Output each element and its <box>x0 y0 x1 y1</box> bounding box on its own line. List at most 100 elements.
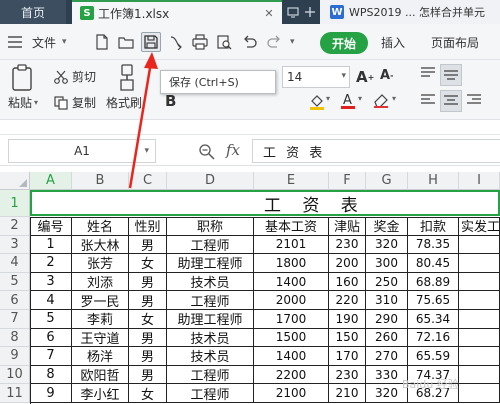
column-title-cell[interactable]: 编号 <box>30 217 72 236</box>
paste-icon[interactable] <box>10 64 34 92</box>
table-cell[interactable]: 男 <box>129 235 167 255</box>
align-left-icon[interactable] <box>420 92 436 108</box>
print-preview-icon[interactable] <box>214 32 234 52</box>
increase-font-icon[interactable]: A + <box>356 68 374 86</box>
select-all-corner[interactable] <box>0 172 30 190</box>
tab-page-layout[interactable]: 页面布局 <box>431 30 479 54</box>
table-cell[interactable]: 7 <box>30 347 72 366</box>
close-icon[interactable]: ✕ <box>261 5 277 21</box>
table-cell[interactable] <box>459 328 500 348</box>
tab-workbook[interactable]: S 工作簿1.xlsx ✕ <box>72 0 282 24</box>
table-cell[interactable]: 290 <box>366 310 408 329</box>
table-cell[interactable]: 65.34 <box>408 310 459 329</box>
chevron-down-icon[interactable]: ▾ <box>326 94 330 103</box>
zoom-icon[interactable] <box>198 143 216 161</box>
table-cell[interactable]: 李莉 <box>72 310 129 329</box>
row-header-5[interactable]: 5 <box>0 272 30 292</box>
align-top-icon[interactable] <box>420 66 436 82</box>
table-cell[interactable] <box>459 310 500 329</box>
new-tab-icon[interactable] <box>302 0 318 24</box>
cut-button[interactable]: 剪切 <box>54 68 96 85</box>
table-cell[interactable]: 技术员 <box>167 347 254 366</box>
table-cell[interactable]: 78.35 <box>408 235 459 255</box>
table-cell[interactable]: 刘添 <box>72 272 129 292</box>
title-cell-a1[interactable]: 工 资 表 <box>30 190 500 216</box>
table-cell[interactable]: 技术员 <box>167 328 254 348</box>
table-cell[interactable]: 张大林 <box>72 235 129 255</box>
table-cell[interactable]: 9 <box>30 384 72 403</box>
table-cell[interactable]: 工程师 <box>167 235 254 255</box>
table-cell[interactable]: 1800 <box>254 254 329 273</box>
table-cell[interactable]: 270 <box>366 347 408 366</box>
align-center-icon[interactable] <box>440 90 462 112</box>
table-cell[interactable]: 1400 <box>254 347 329 366</box>
monitor-icon[interactable] <box>284 0 302 24</box>
table-cell[interactable]: 260 <box>366 328 408 348</box>
open-folder-icon[interactable] <box>116 32 136 52</box>
row-header-8[interactable]: 8 <box>0 328 30 348</box>
row-header-11[interactable]: 11 <box>0 384 30 403</box>
table-cell[interactable]: 技术员 <box>167 272 254 292</box>
table-cell[interactable]: 工程师 <box>167 384 254 403</box>
column-title-cell[interactable]: 姓名 <box>72 217 129 236</box>
table-cell[interactable]: 72.16 <box>408 328 459 348</box>
table-cell[interactable]: 8 <box>30 365 72 385</box>
table-cell[interactable] <box>459 272 500 292</box>
table-cell[interactable]: 男 <box>129 272 167 292</box>
bold-icon[interactable]: B <box>165 92 176 110</box>
table-cell[interactable]: 210 <box>329 384 366 403</box>
column-header-g[interactable]: G <box>366 172 408 190</box>
column-header-e[interactable]: E <box>254 172 329 190</box>
table-cell[interactable]: 李小红 <box>72 384 129 403</box>
chevron-down-icon[interactable]: ▾ <box>290 30 295 54</box>
column-title-cell[interactable]: 性别 <box>129 217 167 236</box>
table-cell[interactable]: 5 <box>30 310 72 329</box>
row-header-3[interactable]: 3 <box>0 235 30 255</box>
table-cell[interactable]: 女 <box>129 310 167 329</box>
table-cell[interactable]: 230 <box>329 365 366 385</box>
column-title-cell[interactable]: 实发工 <box>459 217 500 236</box>
table-cell[interactable]: 68.89 <box>408 272 459 292</box>
table-cell[interactable]: 张芳 <box>72 254 129 273</box>
table-cell[interactable]: 女 <box>129 254 167 273</box>
font-color-icon[interactable]: A <box>340 92 356 110</box>
tab-start[interactable]: 开始 <box>320 32 368 54</box>
undo-icon[interactable] <box>240 32 260 52</box>
table-cell[interactable]: 3 <box>30 272 72 292</box>
new-document-icon[interactable] <box>92 32 112 52</box>
table-cell[interactable] <box>459 235 500 255</box>
row-header-4[interactable]: 4 <box>0 254 30 273</box>
table-cell[interactable]: 2000 <box>254 291 329 310</box>
menu-icon[interactable] <box>8 30 22 54</box>
row-header-6[interactable]: 6 <box>0 291 30 310</box>
table-cell[interactable]: 80.45 <box>408 254 459 273</box>
table-cell[interactable]: 65.59 <box>408 347 459 366</box>
column-header-h[interactable]: H <box>408 172 459 190</box>
table-cell[interactable]: 2101 <box>254 235 329 255</box>
save-button[interactable] <box>141 32 161 52</box>
table-cell[interactable]: 150 <box>329 328 366 348</box>
row-header-2[interactable]: 2 <box>0 217 30 236</box>
table-cell[interactable]: 助理工程师 <box>167 254 254 273</box>
row-header-9[interactable]: 9 <box>0 347 30 366</box>
column-title-cell[interactable]: 津贴 <box>329 217 366 236</box>
table-cell[interactable]: 1700 <box>254 310 329 329</box>
fill-color-icon[interactable] <box>308 92 326 110</box>
table-cell[interactable]: 200 <box>329 254 366 273</box>
row-header-10[interactable]: 10 <box>0 365 30 385</box>
table-cell[interactable]: 6 <box>30 328 72 348</box>
table-cell[interactable] <box>459 384 500 403</box>
table-cell[interactable]: 190 <box>329 310 366 329</box>
column-header-d[interactable]: D <box>167 172 254 190</box>
fx-icon[interactable]: fx <box>226 141 240 159</box>
tab-home[interactable]: 首页 <box>0 0 66 24</box>
chevron-down-icon[interactable]: ▾ <box>392 94 396 103</box>
copy-button[interactable]: 复制 <box>54 94 96 111</box>
column-title-cell[interactable]: 基本工资 <box>254 217 329 236</box>
table-cell[interactable]: 170 <box>329 347 366 366</box>
table-cell[interactable]: 300 <box>366 254 408 273</box>
table-cell[interactable]: 4 <box>30 291 72 310</box>
table-cell[interactable]: 160 <box>329 272 366 292</box>
table-cell[interactable]: 220 <box>329 291 366 310</box>
column-header-b[interactable]: B <box>72 172 129 190</box>
